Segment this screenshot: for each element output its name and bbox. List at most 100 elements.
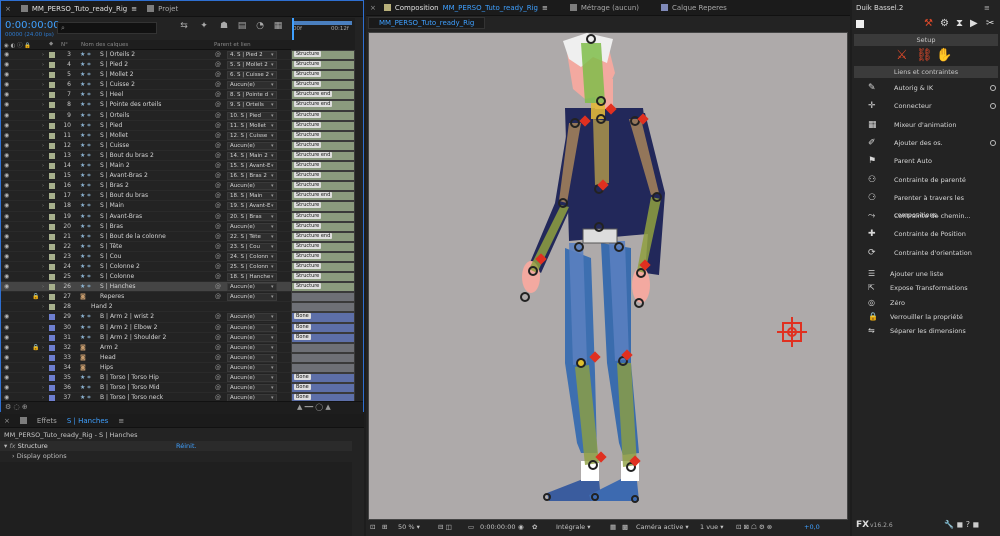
expand-triangle-icon[interactable]: ›: [42, 141, 44, 151]
pickwhip-icon[interactable]: @: [215, 80, 221, 90]
parent-dropdown[interactable]: 19. S | Avant-E: [227, 202, 277, 211]
expand-triangle-icon[interactable]: ›: [42, 60, 44, 70]
pickwhip-icon[interactable]: @: [215, 191, 221, 201]
eye-icon[interactable]: ◉: [4, 181, 9, 191]
label-color-swatch[interactable]: [49, 193, 55, 200]
layer-duration-bar[interactable]: Structure end: [291, 232, 355, 242]
pickwhip-icon[interactable]: @: [215, 272, 221, 282]
label-color-swatch[interactable]: [49, 284, 55, 291]
layer-row[interactable]: ◉ › 9 ★ ⌗ S | Orteils @10. S | Pied ▾: [1, 111, 291, 121]
layer-name[interactable]: S | Tête: [100, 242, 210, 252]
duik-rigging-icon[interactable]: ⚒: [924, 18, 933, 29]
label-color-swatch[interactable]: [49, 385, 55, 392]
parent-dropdown[interactable]: 16. S | Bras 2: [227, 172, 277, 181]
chevron-down-icon[interactable]: ▾: [271, 292, 274, 302]
parent-dropdown[interactable]: Aucun(e): [227, 141, 277, 150]
layer-duration-bar[interactable]: Structure: [291, 242, 355, 252]
layer-duration-bar[interactable]: Structure end: [291, 151, 355, 161]
layer-duration-bar[interactable]: Structure: [291, 282, 355, 292]
layer-name[interactable]: S | Heel: [100, 90, 210, 100]
layer-row[interactable]: ◉ › 35 ★ ⌗ B | Torso | Torso Hip @ Aucun(e) ▾: [1, 373, 291, 384]
tab-project[interactable]: Projet: [147, 5, 178, 13]
snapshot-icon[interactable]: ◉: [518, 523, 524, 531]
duik-tool-item[interactable]: ▦ Mixeur d'animation: [852, 117, 1000, 134]
eye-icon[interactable]: ◉: [4, 333, 9, 343]
chevron-down-icon[interactable]: ▾: [271, 272, 274, 282]
menu-icon[interactable]: ≡: [131, 5, 137, 13]
label-color-swatch[interactable]: [49, 334, 55, 341]
chevron-down-icon[interactable]: ▾: [271, 60, 274, 70]
layer-search-input[interactable]: ⌕: [57, 22, 157, 34]
chevron-down-icon[interactable]: ▾: [271, 222, 274, 232]
effects-tab-layer[interactable]: S | Hanches: [67, 417, 108, 425]
layer-bar-fill[interactable]: [292, 293, 354, 302]
expand-triangle-icon[interactable]: ›: [42, 191, 44, 201]
layer-duration-bar[interactable]: [291, 363, 355, 373]
layer-row[interactable]: ◉ › 30 ★ ⌗ B | Arm 2 | Elbow 2 @ Aucun(e) ▾: [1, 323, 291, 333]
eye-icon[interactable]: ◉: [4, 90, 9, 100]
chevron-down-icon[interactable]: ▾: [271, 383, 274, 393]
layer-name[interactable]: S | Mollet: [100, 131, 210, 141]
parent-dropdown[interactable]: 14. S | Main 2: [227, 151, 277, 160]
parent-dropdown[interactable]: 5. S | Mollet 2: [227, 61, 277, 70]
menu-icon[interactable]: ≡: [542, 4, 548, 12]
chevron-down-icon[interactable]: ▾: [271, 121, 274, 131]
parent-dropdown[interactable]: 25. S | Colonn: [227, 262, 277, 271]
duik-tool-item[interactable]: ✚ Contrainte de Position: [852, 226, 1000, 243]
parent-dropdown[interactable]: Aucun(e): [227, 333, 277, 342]
duik-tool-item[interactable]: ◎ Zéro: [852, 296, 1000, 310]
pickwhip-icon[interactable]: @: [215, 60, 221, 70]
layer-row[interactable]: ◉ › 17 ★ ⌗ S | Bout du bras @18. S | Main ▾: [1, 191, 291, 202]
zoom-slider-icon[interactable]: ▲ ━━ ◯ ▲: [297, 403, 331, 411]
label-color-swatch[interactable]: [49, 203, 55, 210]
layer-name[interactable]: S | Main: [100, 201, 210, 211]
chevron-down-icon[interactable]: ▾: [271, 100, 274, 110]
parent-dropdown[interactable]: Aucun(e): [227, 313, 277, 322]
layer-duration-bar[interactable]: Structure: [291, 212, 355, 222]
eye-icon[interactable]: ◉: [4, 272, 9, 282]
pickwhip-icon[interactable]: @: [215, 383, 221, 393]
pickwhip-icon[interactable]: @: [215, 222, 221, 232]
layer-duration-bar[interactable]: [291, 292, 355, 302]
layer-name[interactable]: S | Colonne 2: [100, 262, 210, 272]
label-color-swatch[interactable]: [49, 375, 55, 381]
pickwhip-icon[interactable]: @: [215, 181, 221, 191]
layer-name[interactable]: Reperes: [100, 292, 210, 302]
duik-tool-item[interactable]: ☰ Ajouter une liste: [852, 267, 1000, 281]
pickwhip-icon[interactable]: @: [215, 363, 221, 373]
layer-row[interactable]: ◉ › 20 ★ ⌗ S | Bras @ Aucun(e) ▾: [1, 222, 291, 232]
eye-icon[interactable]: ◉: [4, 111, 9, 121]
col-parent-header[interactable]: Parent et lien: [214, 42, 251, 48]
layer-row[interactable]: 🔒 › 27 ◙ Reperes @ Aucun(e) ▾: [1, 292, 291, 303]
pickwhip-icon[interactable]: @: [215, 232, 221, 242]
label-color-swatch[interactable]: [49, 364, 55, 371]
parent-dropdown[interactable]: Aucun(e): [227, 222, 277, 231]
motion-blur-icon[interactable]: ◔: [255, 21, 265, 31]
label-color-swatch[interactable]: [49, 354, 55, 361]
label-color-swatch[interactable]: [49, 243, 55, 250]
layer-name[interactable]: Hips: [100, 363, 210, 373]
chevron-down-icon[interactable]: ▾: [271, 131, 274, 141]
pickwhip-icon[interactable]: @: [215, 333, 221, 343]
tab-footage[interactable]: Métrage (aucun): [569, 4, 639, 12]
eye-icon[interactable]: ◉: [4, 232, 9, 242]
close-icon[interactable]: ×: [370, 4, 376, 12]
close-icon[interactable]: ×: [4, 417, 10, 425]
pickwhip-icon[interactable]: @: [215, 121, 221, 131]
expand-triangle-icon[interactable]: ›: [42, 111, 44, 121]
expand-triangle-icon[interactable]: ›: [42, 131, 44, 141]
expand-triangle-icon[interactable]: ›: [42, 70, 44, 80]
effect-row-structure[interactable]: ▾ fx Structure Réinit.: [0, 441, 352, 451]
setup-section-header[interactable]: Setup: [854, 34, 998, 46]
tab-composition[interactable]: Composition MM_PERSO_Tuto_ready_Rig ≡: [383, 4, 548, 12]
layer-duration-bar[interactable]: Structure: [291, 70, 355, 80]
layer-row[interactable]: ◉ › 29 ★ ⌗ B | Arm 2 | wrist 2 @ Aucun(e) ▾: [1, 312, 291, 323]
expand-triangle-icon[interactable]: ›: [42, 292, 44, 302]
expand-triangle-icon[interactable]: ›: [42, 353, 44, 363]
parent-dropdown[interactable]: 8. S | Pointe d: [227, 91, 277, 100]
parent-dropdown[interactable]: Aucun(e): [227, 293, 277, 302]
parent-dropdown[interactable]: 12. S | Cuisse: [227, 131, 277, 140]
links-section-header[interactable]: Liens et contraintes: [854, 66, 998, 78]
eye-icon[interactable]: ◉: [4, 141, 9, 151]
layer-duration-bar[interactable]: Bone: [291, 383, 355, 393]
